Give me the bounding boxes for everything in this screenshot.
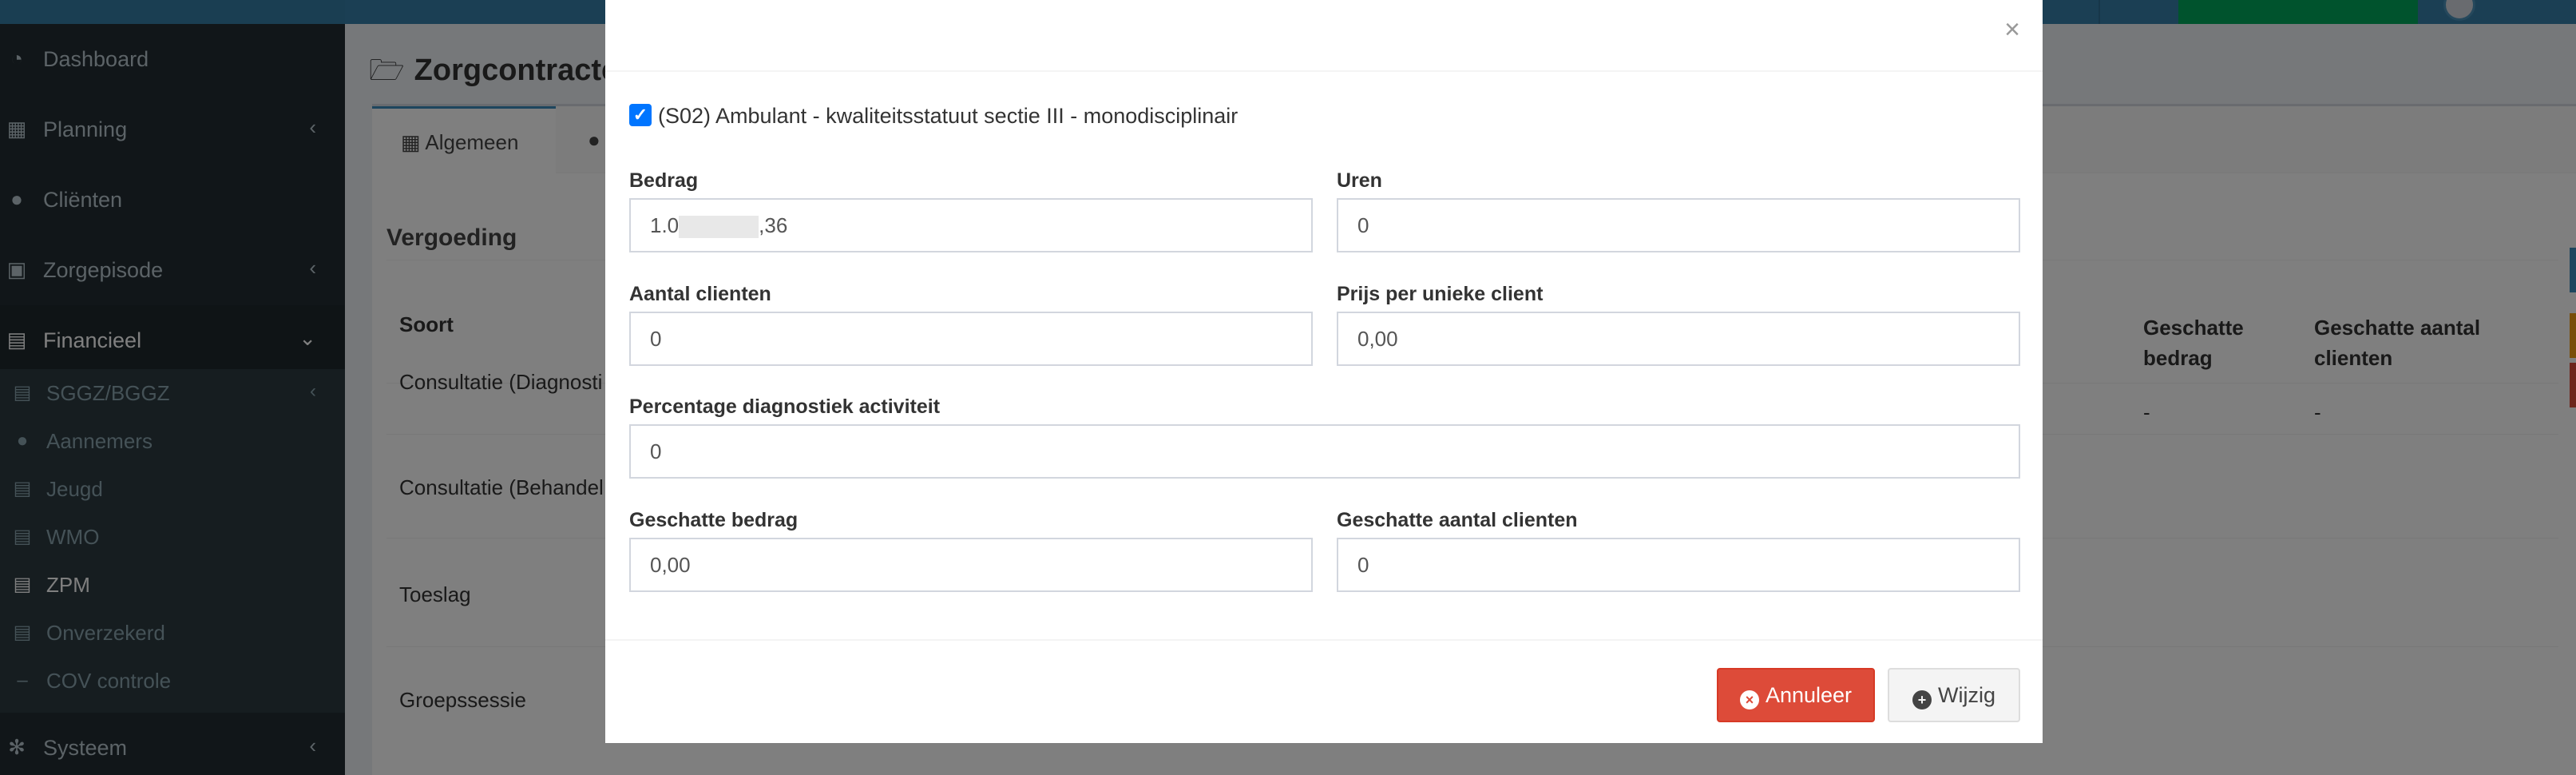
aantal-clienten-label: Aantal clienten — [629, 283, 771, 305]
uren-label: Uren — [1337, 169, 1382, 192]
uren-input[interactable]: 0 — [1337, 198, 2020, 252]
bedrag-label: Bedrag — [629, 169, 699, 192]
close-icon[interactable]: × — [2004, 14, 2020, 46]
times-circle-icon: × — [1739, 690, 1759, 709]
prijs-per-client-input[interactable]: 0,00 — [1337, 312, 2020, 366]
geschatte-aantal-label: Geschatte aantal clienten — [1337, 509, 1578, 531]
prijs-per-client-label: Prijs per unieke client — [1337, 283, 1544, 305]
checkbox[interactable]: ✓ — [629, 104, 652, 126]
redacted-mask — [679, 216, 759, 239]
geschatte-bedrag-label: Geschatte bedrag — [629, 509, 799, 531]
checkbox-label: (S02) Ambulant - kwaliteitsstatuut secti… — [658, 104, 1238, 128]
save-button[interactable]: + Wijzig — [1888, 668, 2020, 722]
percentage-label: Percentage diagnostiek activiteit — [629, 395, 941, 418]
edit-modal: × ✓ (S02) Ambulant - kwaliteitsstatuut s… — [605, 0, 2043, 743]
plus-circle-icon: + — [1912, 690, 1932, 709]
geschatte-aantal-input[interactable]: 0 — [1337, 538, 2020, 592]
percentage-input[interactable]: 0 — [629, 424, 2020, 479]
modal-header: × — [605, 0, 2043, 72]
cancel-button[interactable]: × Annuleer — [1717, 668, 1875, 722]
geschatte-bedrag-input[interactable]: 0,00 — [629, 538, 1313, 592]
aantal-clienten-input[interactable]: 0 — [629, 312, 1313, 366]
modal-footer: × Annuleer + Wijzig — [605, 639, 2043, 743]
bedrag-input[interactable]: 1.0,36 — [629, 198, 1313, 252]
